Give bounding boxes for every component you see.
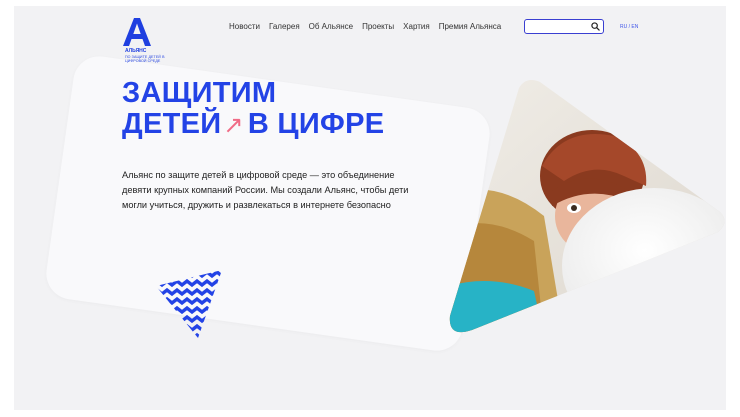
language-switch: RU / EN [620, 24, 638, 30]
hero-title-word: ДЕТЕЙ [122, 108, 222, 140]
nav-item-gallery[interactable]: Галерея [269, 22, 300, 34]
search-input[interactable] [529, 21, 589, 32]
hero-photo [449, 80, 725, 333]
hero-description: Альянс по защите детей в цифровой среде … [122, 170, 409, 211]
wave-pattern-icon [156, 270, 222, 338]
logo[interactable]: АЛЬЯНС ПО ЗАЩИТЕ ДЕТЕЙ В ЦИФРОВОЙ СРЕДЕ [121, 18, 181, 68]
nav-item-award[interactable]: Премия Альянса [439, 22, 502, 34]
nav-item-about[interactable]: Об Альянсе [309, 22, 353, 34]
lang-en[interactable]: EN [631, 24, 638, 30]
nav-item-projects[interactable]: Проекты [362, 22, 394, 34]
hero-title: ЗАЩИТИМ ДЕТЕЙ↗ В ЦИФРЕ [122, 78, 384, 141]
arrow-up-right-icon: ↗ [223, 112, 244, 139]
hero-title-line1: ЗАЩИТИМ [122, 77, 277, 109]
logo-tagline: ПО ЗАЩИТЕ ДЕТЕЙ В ЦИФРОВОЙ СРЕДЕ [125, 55, 165, 64]
logo-name: АЛЬЯНС [125, 48, 147, 54]
search-icon[interactable] [591, 22, 600, 31]
page: АЛЬЯНС ПО ЗАЩИТЕ ДЕТЕЙ В ЦИФРОВОЙ СРЕДЕ … [14, 6, 726, 410]
logo-icon [123, 18, 151, 46]
nav-item-news[interactable]: Новости [229, 22, 260, 34]
search-box[interactable] [524, 19, 604, 34]
nav-item-charter[interactable]: Хартия [403, 22, 430, 34]
main-nav: Новости Галерея Об Альянсе Проекты Харти… [229, 22, 501, 34]
hero-title-word: В ЦИФРЕ [247, 108, 385, 140]
